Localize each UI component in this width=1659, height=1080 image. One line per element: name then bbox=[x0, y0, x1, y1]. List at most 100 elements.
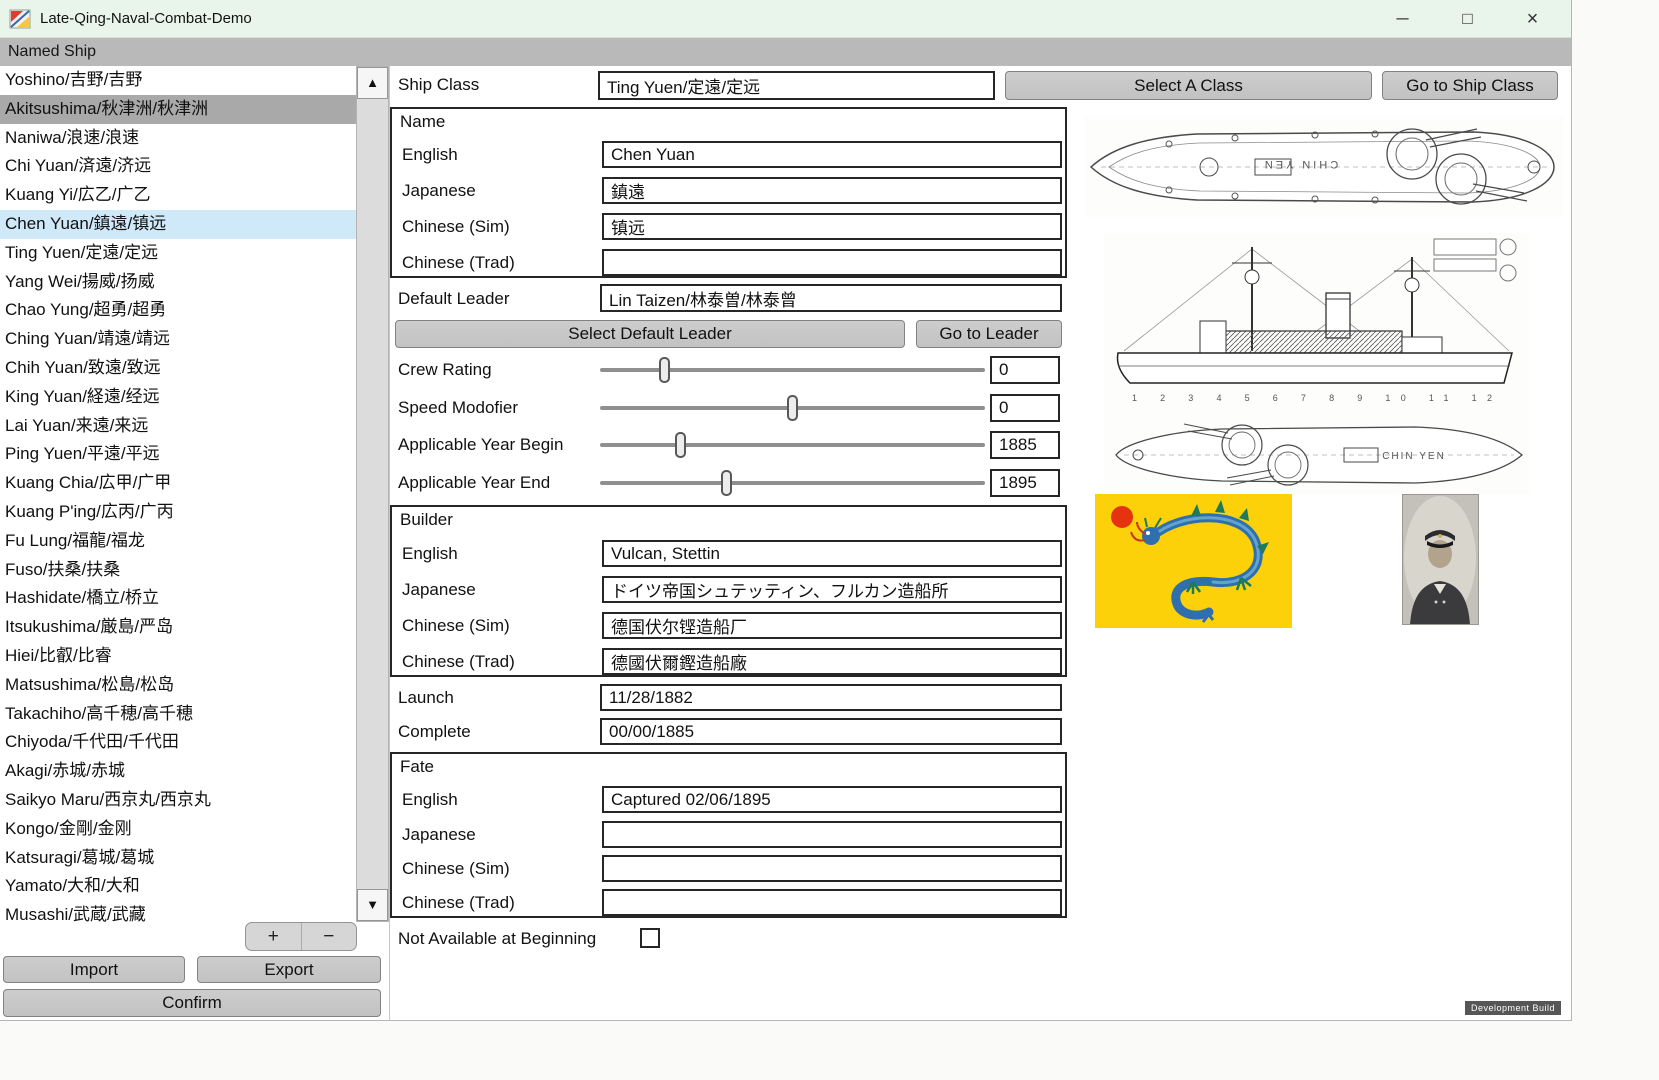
crew-rating-label: Crew Rating bbox=[398, 356, 492, 384]
list-item[interactable]: Matsushima/松島/松岛 bbox=[0, 671, 356, 700]
title-bar[interactable]: Late-Qing-Naval-Combat-Demo ─ □ × bbox=[0, 0, 1571, 38]
builder-japanese-label: Japanese bbox=[402, 576, 476, 603]
ship-list: Yoshino/吉野/吉野Akitsushima/秋津洲/秋津洲Naniwa/浪… bbox=[0, 66, 356, 922]
list-item[interactable]: Fuso/扶桑/扶桑 bbox=[0, 556, 356, 585]
year-end-slider-handle[interactable] bbox=[721, 470, 732, 496]
list-item[interactable]: Naniwa/浪速/浪速 bbox=[0, 124, 356, 153]
year-begin-value[interactable] bbox=[990, 431, 1060, 459]
list-item[interactable]: Hashidate/橋立/桥立 bbox=[0, 584, 356, 613]
list-scrollbar[interactable]: ▲ ▼ bbox=[356, 66, 389, 922]
year-begin-slider-handle[interactable] bbox=[675, 432, 686, 458]
speed-modifier-slider-handle[interactable] bbox=[787, 395, 798, 421]
builder-chinese-sim-input[interactable] bbox=[602, 612, 1062, 639]
development-build-watermark: Development Build bbox=[1465, 1001, 1561, 1015]
list-item[interactable]: Lai Yuan/来遠/来远 bbox=[0, 412, 356, 441]
list-item[interactable]: King Yuan/経遠/经远 bbox=[0, 383, 356, 412]
list-item[interactable]: Kuang Chia/広甲/广甲 bbox=[0, 469, 356, 498]
speed-modifier-slider[interactable] bbox=[600, 406, 985, 410]
name-groupbox: Name English Japanese Chinese (Sim) Chin… bbox=[390, 107, 1067, 278]
speed-modifier-label: Speed Modofier bbox=[398, 394, 518, 422]
bottom-plan-drawing: CHIN YEN bbox=[1104, 418, 1529, 492]
list-item[interactable]: Chi Yuan/済遠/济远 bbox=[0, 152, 356, 181]
speed-modifier-value[interactable] bbox=[990, 394, 1060, 422]
list-item[interactable]: Fu Lung/福龍/福龙 bbox=[0, 527, 356, 556]
fate-chinese-trad-label: Chinese (Trad) bbox=[402, 889, 515, 916]
qing-dragon-flag bbox=[1095, 494, 1292, 628]
fate-english-input[interactable] bbox=[602, 786, 1062, 813]
list-item[interactable]: Ping Yuen/平遠/平远 bbox=[0, 440, 356, 469]
default-leader-label: Default Leader bbox=[398, 285, 510, 313]
confirm-button[interactable]: Confirm bbox=[3, 989, 381, 1017]
name-english-input[interactable] bbox=[602, 141, 1062, 168]
crew-rating-value[interactable] bbox=[990, 356, 1060, 384]
fate-chinese-sim-input[interactable] bbox=[602, 855, 1062, 882]
goto-ship-class-button[interactable]: Go to Ship Class bbox=[1382, 71, 1558, 100]
scroll-up-button[interactable]: ▲ bbox=[357, 67, 388, 99]
scroll-down-button[interactable]: ▼ bbox=[357, 889, 388, 921]
name-chinese-trad-input[interactable] bbox=[602, 249, 1062, 276]
crew-rating-slider[interactable] bbox=[600, 368, 985, 372]
ship-profile-drawing: 1 2 3 4 5 6 7 8 9 10 11 12 CHIN YEN bbox=[1104, 233, 1529, 494]
list-item[interactable]: Hiei/比叡/比睿 bbox=[0, 642, 356, 671]
builder-chinese-trad-input[interactable] bbox=[602, 648, 1062, 675]
list-item[interactable]: Kuang Yi/広乙/广乙 bbox=[0, 181, 356, 210]
name-japanese-input[interactable] bbox=[602, 177, 1062, 204]
list-item[interactable]: Ting Yuen/定遠/定远 bbox=[0, 239, 356, 268]
list-item[interactable]: Itsukushima/厳島/严岛 bbox=[0, 613, 356, 642]
name-chinese-sim-label: Chinese (Sim) bbox=[402, 213, 510, 240]
name-chinese-trad-label: Chinese (Trad) bbox=[402, 249, 515, 276]
list-item[interactable]: Saikyo Maru/西京丸/西京丸 bbox=[0, 786, 356, 815]
list-item[interactable]: Akagi/赤城/赤城 bbox=[0, 757, 356, 786]
named-ship-menu[interactable]: Named Ship bbox=[8, 38, 96, 66]
close-button[interactable]: × bbox=[1500, 0, 1565, 38]
list-item[interactable]: Chao Yung/超勇/超勇 bbox=[0, 296, 356, 325]
name-english-label: English bbox=[402, 141, 458, 168]
officer-portrait bbox=[1402, 494, 1479, 625]
not-available-checkbox[interactable] bbox=[640, 928, 660, 948]
fate-english-label: English bbox=[402, 786, 458, 813]
select-default-leader-button[interactable]: Select Default Leader bbox=[395, 320, 905, 348]
list-item[interactable]: Yang Wei/揚威/扬威 bbox=[0, 268, 356, 297]
app-icon[interactable] bbox=[9, 8, 31, 30]
remove-ship-button[interactable]: − bbox=[302, 923, 357, 950]
maximize-button[interactable]: □ bbox=[1435, 0, 1500, 38]
list-item[interactable]: Kongo/金剛/金刚 bbox=[0, 815, 356, 844]
launch-input[interactable] bbox=[600, 684, 1062, 711]
ship-class-input[interactable] bbox=[598, 71, 995, 100]
bottom-plan-caption: CHIN YEN bbox=[1382, 451, 1446, 462]
complete-input[interactable] bbox=[600, 718, 1062, 745]
list-item[interactable]: Chen Yuan/鎮遠/镇远 bbox=[0, 210, 356, 239]
minimize-button[interactable]: ─ bbox=[1370, 0, 1435, 38]
builder-chinese-sim-label: Chinese (Sim) bbox=[402, 612, 510, 639]
year-begin-slider[interactable] bbox=[600, 443, 985, 447]
fate-chinese-trad-input[interactable] bbox=[602, 889, 1062, 916]
select-class-button[interactable]: Select A Class bbox=[1005, 71, 1372, 100]
list-item[interactable]: Yamato/大和/大和 bbox=[0, 872, 356, 901]
goto-leader-button[interactable]: Go to Leader bbox=[916, 320, 1062, 348]
default-leader-input[interactable] bbox=[600, 284, 1062, 312]
list-item[interactable]: Katsuragi/葛城/葛城 bbox=[0, 844, 356, 873]
builder-english-label: English bbox=[402, 540, 458, 567]
list-item[interactable]: Chih Yuan/致遠/致远 bbox=[0, 354, 356, 383]
scroll-up-icon: ▲ bbox=[366, 75, 379, 90]
builder-english-input[interactable] bbox=[602, 540, 1062, 567]
fate-groupbox: Fate English Japanese Chinese (Sim) Chin… bbox=[390, 752, 1067, 918]
name-chinese-sim-input[interactable] bbox=[602, 213, 1062, 240]
list-item[interactable]: Chiyoda/千代田/千代田 bbox=[0, 728, 356, 757]
list-item[interactable]: Kuang P'ing/広丙/广丙 bbox=[0, 498, 356, 527]
year-end-slider[interactable] bbox=[600, 481, 985, 485]
list-item[interactable]: Ching Yuan/靖遠/靖远 bbox=[0, 325, 356, 354]
fate-japanese-input[interactable] bbox=[602, 821, 1062, 848]
import-button[interactable]: Import bbox=[3, 956, 185, 983]
list-item[interactable]: Akitsushima/秋津洲/秋津洲 bbox=[0, 95, 356, 124]
builder-japanese-input[interactable] bbox=[602, 576, 1062, 603]
builder-group-label: Builder bbox=[400, 510, 453, 530]
list-item[interactable]: Musashi/武蔵/武藏 bbox=[0, 901, 356, 922]
add-ship-button[interactable]: + bbox=[246, 923, 302, 950]
year-end-value[interactable] bbox=[990, 469, 1060, 497]
list-item[interactable]: Yoshino/吉野/吉野 bbox=[0, 66, 356, 95]
export-button[interactable]: Export bbox=[197, 956, 381, 983]
list-item[interactable]: Takachiho/高千穂/高千穂 bbox=[0, 700, 356, 729]
crew-rating-slider-handle[interactable] bbox=[659, 357, 670, 383]
flag-sun bbox=[1111, 506, 1133, 528]
